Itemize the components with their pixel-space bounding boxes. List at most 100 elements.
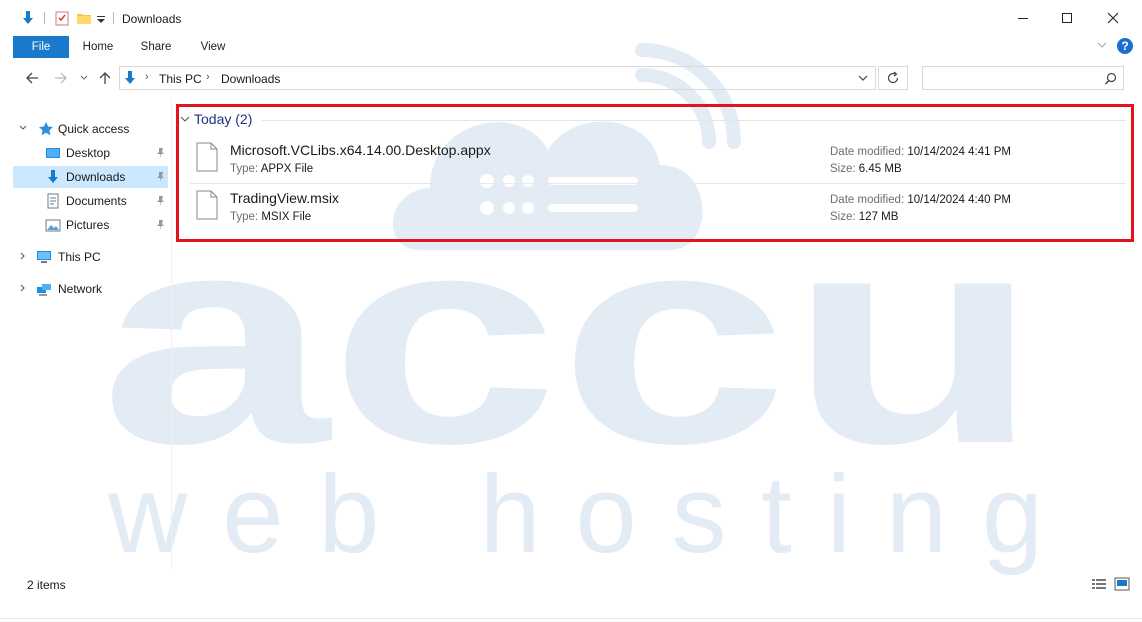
sidebar-item-network[interactable]: Network [13,278,168,300]
sidebar-item-this-pc[interactable]: This PC [13,246,168,268]
recent-locations-button[interactable] [78,70,90,86]
sidebar-item-label: Desktop [66,146,111,160]
size-label: Size: [830,211,856,223]
tab-file[interactable]: File [13,36,69,58]
address-history-chevron-icon[interactable] [857,74,869,84]
pane-divider[interactable] [171,98,172,570]
breadcrumb-separator: › [145,71,149,83]
title-bar: Downloads [0,0,1142,36]
breadcrumb-separator: › [206,71,210,83]
date-label: Date modified: [830,194,905,206]
sidebar-item-label: Documents [66,194,127,208]
sidebar-item-quick-access[interactable]: Quick access [13,118,168,140]
help-icon[interactable]: ? [1117,38,1133,54]
download-arrow-icon[interactable] [20,10,36,26]
desktop-icon [46,148,60,158]
new-folder-icon[interactable] [76,10,92,26]
type-label: Type: [230,163,259,175]
file-row[interactable]: Microsoft.VCLibs.x64.14.00.Desktop.appx … [190,138,1124,184]
chevron-right-icon[interactable] [18,251,28,261]
group-divider [262,120,1126,121]
qa-separator [113,12,114,24]
pin-icon[interactable] [154,147,166,159]
breadcrumb-this-pc[interactable]: This PC [159,72,202,86]
size-label: Size: [830,163,856,175]
chevron-right-icon[interactable] [18,283,28,293]
download-arrow-icon [48,170,58,183]
sidebar-item-label: Pictures [66,218,110,232]
file-row[interactable]: TradingView.msix Type: MSIX File Date mo… [190,186,1124,232]
tab-share[interactable]: Share [133,36,179,58]
refresh-icon [887,71,899,84]
breadcrumb-downloads[interactable]: Downloads [221,72,280,86]
size-value: 6.45 MB [858,163,902,175]
date-label: Date modified: [830,146,905,158]
maximize-button[interactable] [1044,3,1090,33]
address-bar[interactable]: › This PC › Downloads [119,66,876,90]
date-modified: Date modified: 10/14/2024 4:41 PM [830,146,1011,158]
file-type-value: APPX File [260,163,314,175]
back-arrow-icon [26,72,38,84]
size-value: 127 MB [858,211,899,223]
refresh-button[interactable] [878,66,908,90]
search-icon[interactable] [1104,72,1117,85]
large-icons-view-icon[interactable] [1114,577,1130,591]
documents-icon [47,193,59,209]
details-view-icon[interactable] [1091,577,1107,591]
sidebar-item-desktop[interactable]: Desktop [13,142,168,164]
bottom-border [0,618,1142,619]
chevron-down-icon [180,116,190,122]
back-button[interactable] [24,70,40,86]
date-modified: Date modified: 10/14/2024 4:40 PM [830,194,1011,206]
sidebar-item-label: Network [58,282,103,296]
sidebar-item-downloads[interactable]: Downloads [13,166,168,188]
pin-icon[interactable] [154,219,166,231]
pin-icon[interactable] [154,195,166,207]
downloads-folder-icon [125,71,135,84]
chevron-down-icon [80,75,88,80]
star-icon [39,122,53,136]
navigation-pane: Quick access Desktop Downloads Documents… [0,110,172,570]
sidebar-item-label: Downloads [66,170,126,184]
maximize-icon [1062,13,1072,23]
window-title: Downloads [122,12,182,26]
file-type: Type: APPX File [230,163,313,175]
sidebar-item-documents[interactable]: Documents [13,190,168,212]
forward-arrow-icon [55,72,67,84]
file-type: Type: MSIX File [230,211,311,223]
file-name[interactable]: TradingView.msix [230,190,339,206]
minimize-button[interactable] [1000,3,1046,33]
search-input[interactable] [927,68,1101,90]
tab-view[interactable]: View [193,36,233,58]
file-icon [196,142,218,172]
tab-home[interactable]: Home [76,36,120,58]
properties-icon[interactable] [54,10,70,26]
chevron-down-icon[interactable] [18,123,28,133]
forward-button[interactable] [53,70,69,86]
file-size: Size: 6.45 MB [830,163,902,175]
date-value: 10/14/2024 4:41 PM [907,146,1011,158]
minimize-icon [1018,18,1028,19]
pin-icon[interactable] [154,171,166,183]
row-divider [190,183,1126,184]
item-count: 2 items [27,578,66,592]
sidebar-item-pictures[interactable]: Pictures [13,214,168,236]
group-header[interactable]: Today (2) [180,111,252,127]
network-icon [37,284,51,296]
sidebar-item-label: Quick access [58,122,130,136]
search-box[interactable] [922,66,1124,90]
file-list: Today (2) Microsoft.VCLibs.x64.14.00.Des… [176,104,1134,242]
expand-ribbon-icon[interactable] [1096,39,1108,51]
file-name[interactable]: Microsoft.VCLibs.x64.14.00.Desktop.appx [230,142,491,158]
customize-toolbar-icon[interactable] [96,10,106,26]
qa-separator [44,12,45,24]
up-arrow-icon [99,72,111,84]
close-button[interactable] [1090,3,1136,33]
date-value: 10/14/2024 4:40 PM [907,194,1011,206]
up-button[interactable] [97,70,113,86]
watermark-tagline: web hosting [107,453,1043,576]
computer-icon [37,251,51,263]
close-icon [1107,12,1119,24]
pictures-icon [45,219,61,232]
navigation-bar: › This PC › Downloads [0,62,1142,96]
